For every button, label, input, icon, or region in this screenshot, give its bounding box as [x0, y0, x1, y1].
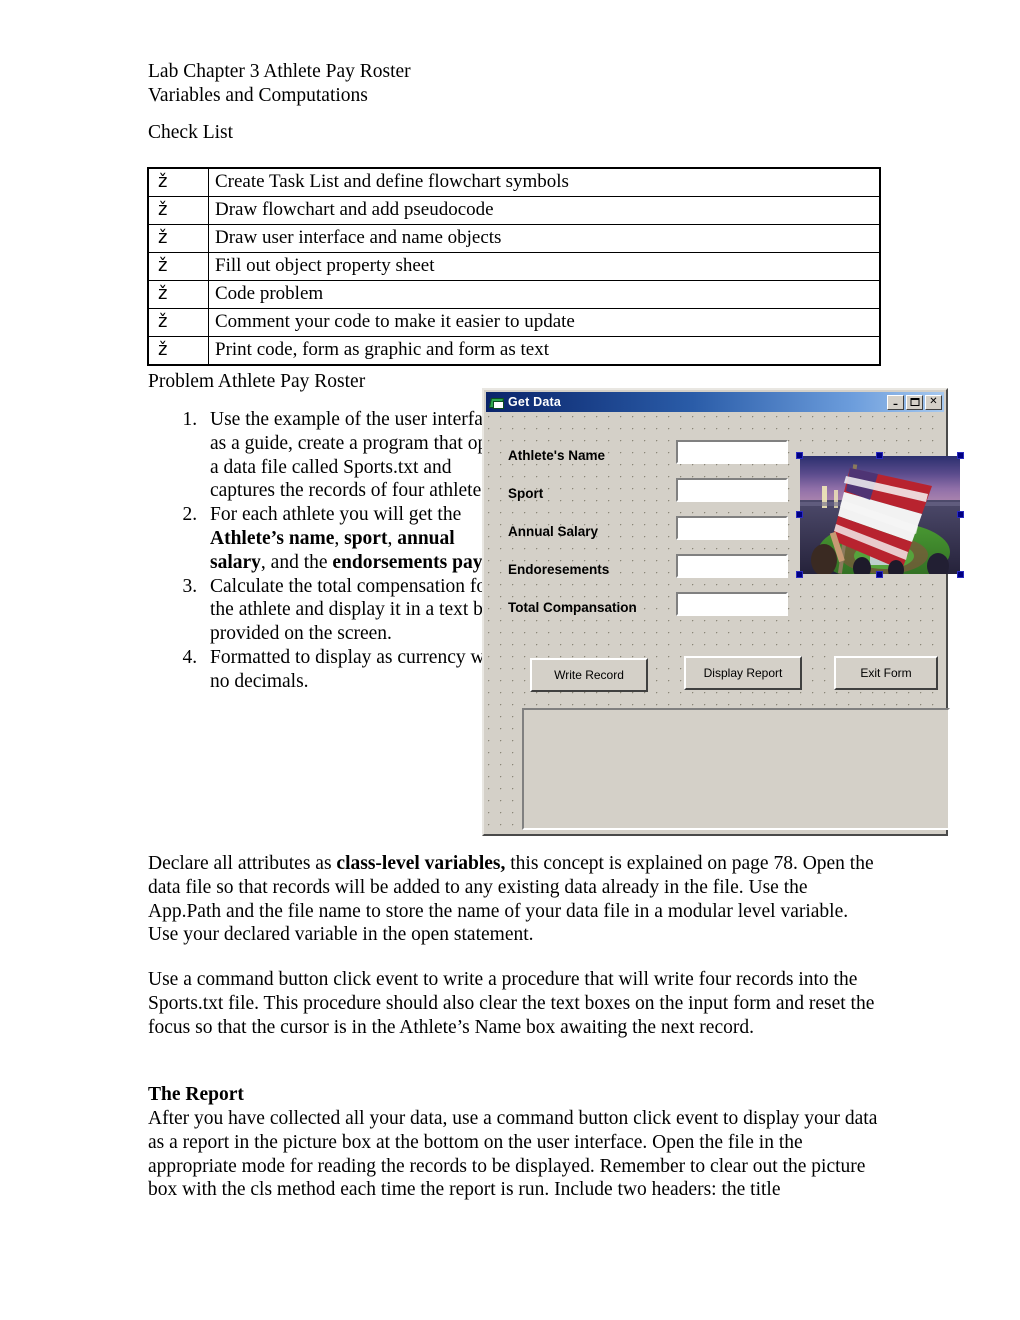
maximize-button[interactable] [906, 394, 923, 410]
vb-form-titlebar[interactable]: Get Data – ✕ [486, 392, 944, 412]
window-controls: – ✕ [887, 394, 944, 410]
heading-line-1: Lab Chapter 3 Athlete Pay Roster [148, 61, 411, 82]
endorsements-input[interactable] [676, 554, 788, 578]
minimize-button[interactable]: – [887, 394, 904, 410]
checkbox-mark[interactable]: ž [147, 224, 209, 253]
table-row: ž Print code, form as graphic and form a… [147, 336, 881, 366]
checklist-item-label: Fill out object property sheet [208, 252, 881, 281]
maximize-icon [910, 398, 919, 406]
checklist-item-label: Draw flowchart and add pseudocode [208, 196, 881, 225]
display-report-button[interactable]: Display Report [684, 656, 802, 690]
label-total-compensation: Total Compansation [508, 600, 637, 615]
problem-steps-list: Use the example of the user interface as… [168, 408, 514, 694]
checklist-table: ž Create Task List and define flowchart … [147, 167, 881, 366]
annual-salary-input[interactable] [676, 516, 788, 540]
problem-title: Problem Athlete Pay Roster [148, 371, 366, 392]
minimize-icon: – [893, 399, 898, 410]
vb-form-window[interactable]: Get Data – ✕ Athlete's Name Sport Annual… [482, 388, 964, 836]
resize-handle-top-right[interactable] [957, 452, 964, 459]
table-row: ž Draw flowchart and add pseudocode [147, 196, 881, 225]
resize-handle-bottom-left[interactable] [796, 571, 803, 578]
table-row: ž Create Task List and define flowchart … [147, 167, 881, 197]
close-icon: ✕ [929, 396, 938, 407]
resize-handle-middle-left[interactable] [796, 511, 803, 518]
document-heading: Lab Chapter 3 Athlete Pay Roster Variabl… [148, 60, 888, 108]
label-annual-salary: Annual Salary [508, 524, 599, 539]
paragraph-declare-attributes: Declare all attributes as class-level va… [148, 853, 874, 946]
stadium-flag-image [800, 456, 960, 574]
table-row: ž Comment your code to make it easier to… [147, 308, 881, 337]
checkbox-mark[interactable]: ž [147, 308, 209, 337]
exit-form-label: Exit Form [860, 666, 912, 680]
write-record-label: Write Record [554, 668, 624, 682]
close-button[interactable]: ✕ [925, 394, 942, 410]
stadium-flag-image-control[interactable] [796, 452, 964, 578]
paragraph-report: After you have collected all your data, … [148, 1108, 878, 1201]
heading-line-2: Variables and Computations [148, 85, 368, 106]
resize-handle-bottom-right[interactable] [957, 571, 964, 578]
total-compensation-input[interactable] [676, 592, 788, 616]
list-item: Use the example of the user interface as… [202, 408, 514, 503]
resize-handle-middle-right[interactable] [957, 511, 964, 518]
display-report-label: Display Report [703, 666, 783, 680]
label-endorsements: Endoresements [508, 562, 610, 577]
paragraph-command-button: Use a command button click event to writ… [148, 969, 875, 1038]
checklist-item-label: Comment your code to make it easier to u… [208, 308, 881, 337]
resize-handle-bottom-center[interactable] [876, 571, 883, 578]
checklist-item-label: Create Task List and define flowchart sy… [208, 167, 881, 197]
checklist-title: Check List [148, 122, 234, 143]
resize-handle-top-left[interactable] [796, 452, 803, 459]
table-row: ž Fill out object property sheet [147, 252, 881, 281]
checklist-item-label: Code problem [208, 280, 881, 309]
checklist-body: ž Create Task List and define flowchart … [147, 167, 881, 366]
checklist-item-label: Draw user interface and name objects [208, 224, 881, 253]
label-athletes-name: Athlete's Name [508, 448, 605, 463]
label-sport: Sport [508, 486, 544, 501]
checkbox-mark[interactable]: ž [147, 280, 209, 309]
report-picture-box[interactable] [522, 708, 950, 830]
sport-input[interactable] [676, 478, 788, 502]
stadium-flag-illustration [800, 456, 960, 574]
checkbox-mark[interactable]: ž [147, 167, 209, 197]
table-row: ž Code problem [147, 280, 881, 309]
vb-form-icon [488, 396, 505, 409]
document-page: Lab Chapter 3 Athlete Pay Roster Variabl… [0, 0, 1020, 1320]
checklist-item-label: Print code, form as graphic and form as … [208, 336, 881, 366]
list-item: For each athlete you will get the Athlet… [202, 503, 514, 574]
report-section-title: The Report [148, 1084, 244, 1105]
checkbox-mark[interactable]: ž [147, 196, 209, 225]
table-row: ž Draw user interface and name objects [147, 224, 881, 253]
list-item: Formatted to display as currency with no… [202, 646, 514, 694]
write-record-button[interactable]: Write Record [530, 658, 648, 692]
exit-form-button[interactable]: Exit Form [834, 656, 938, 690]
resize-handle-top-center[interactable] [876, 452, 883, 459]
athletes-name-input[interactable] [676, 440, 788, 464]
vb-form-title: Get Data [508, 395, 562, 409]
checkbox-mark[interactable]: ž [147, 252, 209, 281]
checkbox-mark[interactable]: ž [147, 336, 209, 366]
vb-form-design-surface[interactable]: Athlete's Name Sport Annual Salary Endor… [486, 414, 964, 832]
list-item: Calculate the total compensation for the… [202, 575, 514, 646]
